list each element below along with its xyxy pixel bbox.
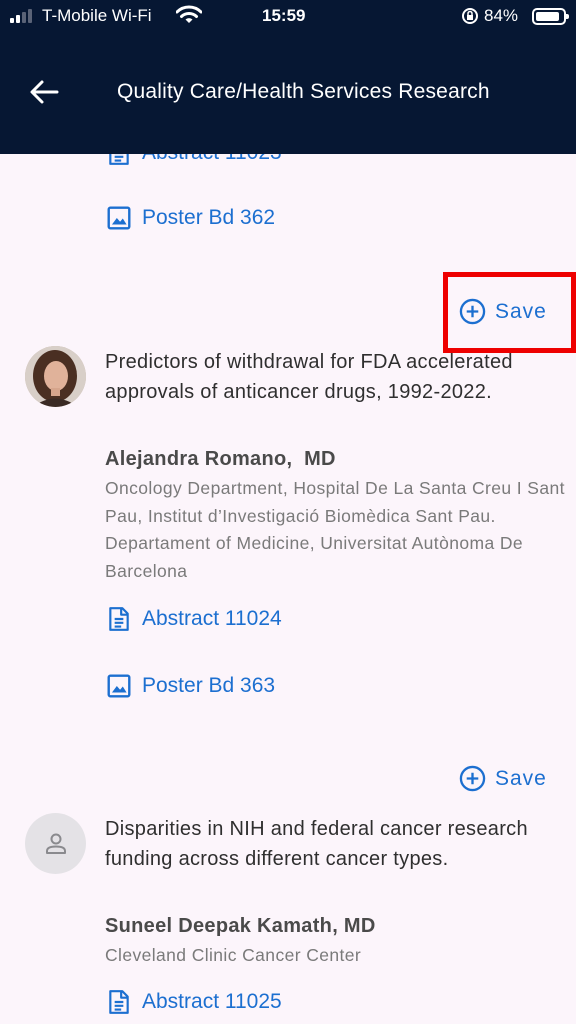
author-name: Alejandra Romano, MD (105, 448, 336, 470)
presentation-title[interactable]: Disparities in NIH and federal cancer re… (105, 814, 555, 874)
abstract-link[interactable]: Abstract 11025 (106, 989, 282, 1015)
image-icon (107, 674, 131, 698)
save-button[interactable]: Save (459, 765, 547, 792)
add-circle-icon (459, 765, 486, 792)
cellular-signal-icon (10, 9, 32, 23)
clock: 15:59 (262, 6, 306, 25)
abstract-link[interactable]: Abstract 11024 (106, 606, 282, 632)
author-avatar-placeholder (25, 813, 86, 874)
poster-link-label: Poster Bd 363 (142, 674, 276, 697)
battery-percentage: 84% (484, 6, 519, 25)
author-affiliation: Oncology Department, Hospital De La Sant… (105, 478, 565, 581)
document-icon (109, 607, 129, 631)
abstract-link-previous[interactable]: Abstract 11023 (106, 154, 282, 166)
save-label: Save (495, 766, 547, 790)
abstract-link-label: Abstract 11023 (142, 154, 282, 165)
page-title: Quality Care/Health Services Research (117, 80, 490, 103)
author-avatar (25, 346, 86, 407)
wifi-icon (176, 5, 202, 23)
carrier-label: T-Mobile Wi-Fi (42, 6, 152, 25)
battery-icon (532, 8, 569, 25)
rotation-lock-icon (462, 8, 478, 24)
back-arrow-icon[interactable] (28, 78, 60, 106)
app-bar: Quality Care/Health Services Research (0, 32, 576, 154)
session-list[interactable]: Abstract 11023 Poster Bd 362 Save Predic… (0, 154, 576, 1024)
author-name: Suneel Deepak Kamath, MD (105, 915, 376, 937)
person-icon (45, 833, 66, 854)
author-affiliation: Cleveland Clinic Cancer Center (105, 945, 362, 965)
image-icon (107, 206, 131, 230)
document-icon (109, 990, 129, 1014)
highlight-box (443, 272, 576, 353)
poster-link-previous[interactable]: Poster Bd 362 (106, 205, 275, 231)
abstract-link-label: Abstract 11024 (142, 607, 282, 630)
document-icon (109, 154, 129, 165)
presentation-title[interactable]: Predictors of withdrawal for FDA acceler… (105, 347, 555, 407)
poster-link-label: Poster Bd 362 (142, 206, 276, 229)
abstract-link-label: Abstract 11025 (142, 990, 282, 1013)
status-bar: T-Mobile Wi-Fi 15:59 84% (0, 0, 576, 32)
poster-link[interactable]: Poster Bd 363 (106, 673, 275, 699)
author-photo (25, 346, 86, 407)
